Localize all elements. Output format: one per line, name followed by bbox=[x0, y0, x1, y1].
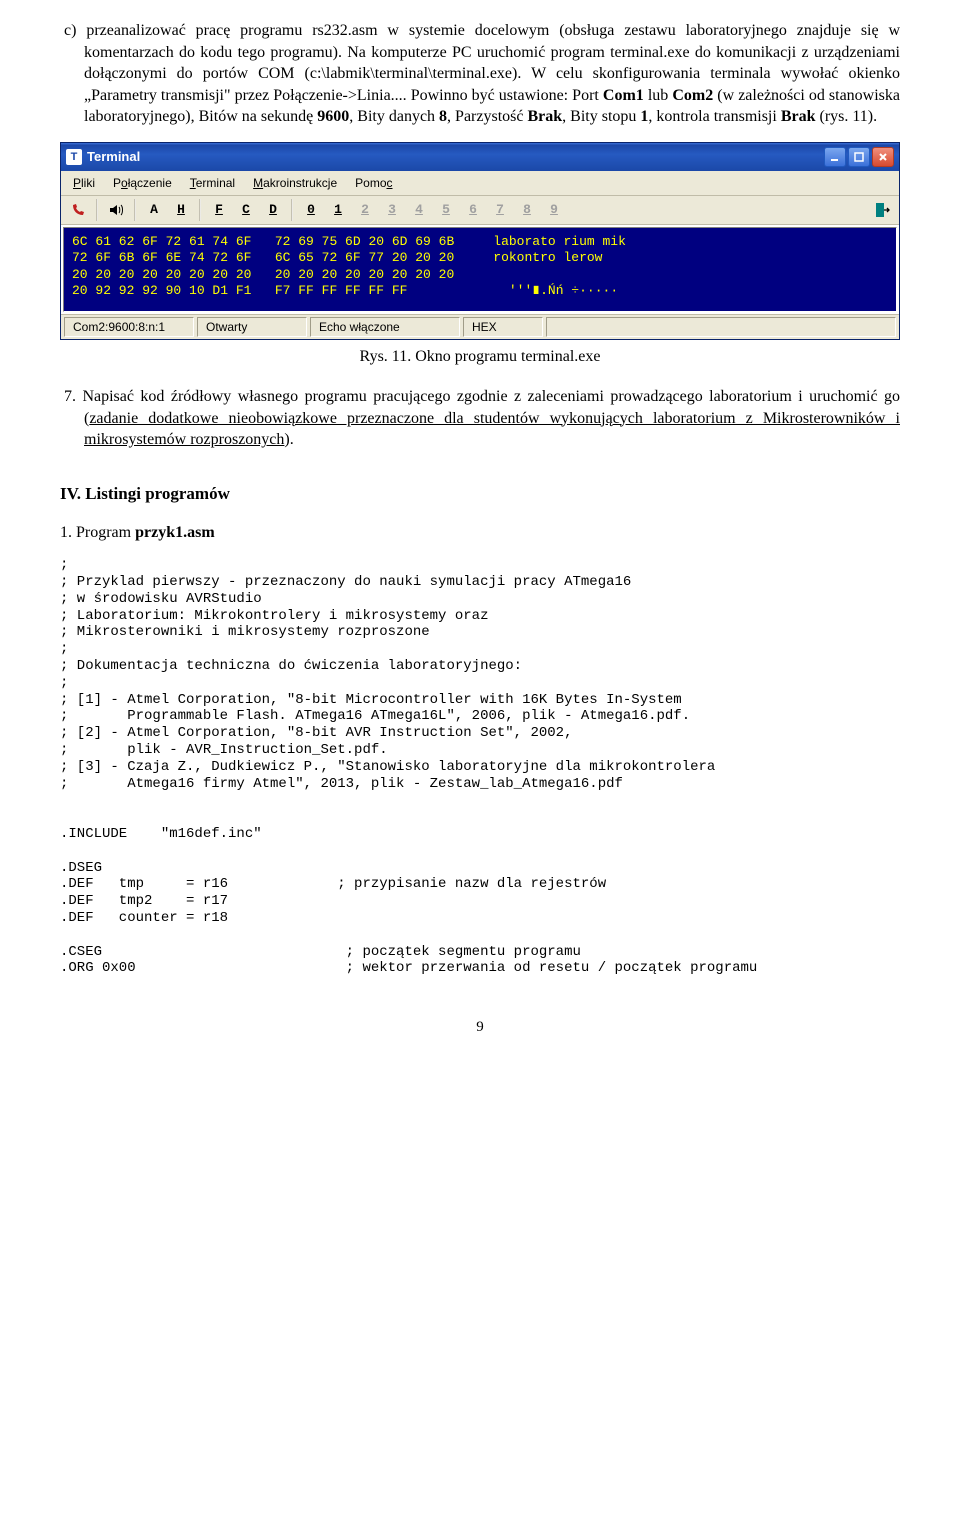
window-title: Terminal bbox=[87, 148, 824, 166]
exit-icon[interactable] bbox=[869, 198, 895, 222]
statusbar: Com2:9600:8:n:1 Otwarty Echo włączone HE… bbox=[61, 314, 899, 339]
paragraph-c: c) przeanalizować pracę programu rs232.a… bbox=[60, 20, 900, 128]
para-c-9600: 9600 bbox=[317, 108, 349, 125]
status-mode: HEX bbox=[463, 317, 543, 337]
para-c-com1: Com1 bbox=[603, 87, 644, 104]
tool-d[interactable]: D bbox=[260, 198, 286, 222]
paragraph-7: 7. Napisać kod źródłowy własnego program… bbox=[60, 386, 900, 451]
para-c-brak2: Brak bbox=[781, 108, 816, 125]
list-marker-c: c) bbox=[64, 22, 76, 39]
para-c-mid4: , Parzystość bbox=[447, 108, 527, 125]
tool-c[interactable]: C bbox=[233, 198, 259, 222]
para-c-8: 8 bbox=[439, 108, 447, 125]
para-c-mid3: , Bity danych bbox=[349, 108, 439, 125]
menu-pliki[interactable]: Pliki bbox=[65, 173, 103, 193]
tool-3[interactable]: 3 bbox=[379, 198, 405, 222]
titlebar: T Terminal bbox=[61, 143, 899, 171]
section-heading-4: IV. Listingi programów bbox=[60, 483, 900, 506]
phone-icon[interactable] bbox=[65, 198, 91, 222]
toolbar: A H F C D 0 1 2 3 4 5 6 7 8 9 bbox=[61, 196, 899, 225]
status-empty bbox=[546, 317, 896, 337]
tool-8[interactable]: 8 bbox=[514, 198, 540, 222]
tool-4[interactable]: 4 bbox=[406, 198, 432, 222]
tool-f[interactable]: F bbox=[206, 198, 232, 222]
tool-a[interactable]: A bbox=[141, 198, 167, 222]
tool-6[interactable]: 6 bbox=[460, 198, 486, 222]
tool-h[interactable]: H bbox=[168, 198, 194, 222]
status-echo: Echo włączone bbox=[310, 317, 460, 337]
minimize-button[interactable] bbox=[824, 147, 846, 167]
tool-7[interactable]: 7 bbox=[487, 198, 513, 222]
para-c-end: (rys. 11). bbox=[816, 108, 878, 125]
terminal-app-icon: T bbox=[66, 149, 82, 165]
para7-underline: zadanie dodatkowe nieobowiązkowe przezna… bbox=[84, 410, 900, 449]
menubar: Pliki Połączenie Terminal Makroinstrukcj… bbox=[61, 171, 899, 196]
toolbar-separator bbox=[199, 199, 201, 221]
tool-1[interactable]: 1 bbox=[325, 198, 351, 222]
para-c-mid6: , kontrola transmisji bbox=[648, 108, 780, 125]
tool-9[interactable]: 9 bbox=[541, 198, 567, 222]
close-button[interactable] bbox=[872, 147, 894, 167]
figure-caption: Rys. 11. Okno programu terminal.exe bbox=[60, 346, 900, 368]
program-1-prefix: 1. Program bbox=[60, 524, 135, 541]
page-number: 9 bbox=[60, 1017, 900, 1037]
toolbar-separator bbox=[291, 199, 293, 221]
speaker-icon[interactable] bbox=[103, 198, 129, 222]
code-listing: ; ; Przyklad pierwszy - przeznaczony do … bbox=[60, 557, 900, 977]
program-1-name: przyk1.asm bbox=[135, 524, 215, 541]
menu-pomoc[interactable]: Pomoc bbox=[347, 173, 400, 193]
toolbar-separator bbox=[96, 199, 98, 221]
maximize-button[interactable] bbox=[848, 147, 870, 167]
para-c-brak1: Brak bbox=[527, 108, 562, 125]
tool-0[interactable]: 0 bbox=[298, 198, 324, 222]
terminal-window: T Terminal Pliki Połączenie Terminal Mak… bbox=[60, 142, 900, 340]
list-marker-7: 7. bbox=[64, 388, 76, 405]
para-c-mid5: , Bity stopu bbox=[562, 108, 640, 125]
tool-2[interactable]: 2 bbox=[352, 198, 378, 222]
menu-terminal[interactable]: Terminal bbox=[182, 173, 243, 193]
status-port: Com2:9600:8:n:1 bbox=[64, 317, 194, 337]
tool-5[interactable]: 5 bbox=[433, 198, 459, 222]
para-c-com2: Com2 bbox=[672, 87, 713, 104]
para-c-mid1: lub bbox=[644, 87, 673, 104]
status-state: Otwarty bbox=[197, 317, 307, 337]
para7-text-b: ). bbox=[284, 431, 293, 448]
window-buttons bbox=[824, 147, 894, 167]
menu-polaczenie[interactable]: Połączenie bbox=[105, 173, 180, 193]
toolbar-separator bbox=[134, 199, 136, 221]
program-1-label: 1. Program przyk1.asm bbox=[60, 522, 900, 544]
menu-makroinstrukcje[interactable]: Makroinstrukcje bbox=[245, 173, 345, 193]
terminal-output[interactable]: 6C 61 62 6F 72 61 74 6F 72 69 75 6D 20 6… bbox=[63, 227, 897, 312]
